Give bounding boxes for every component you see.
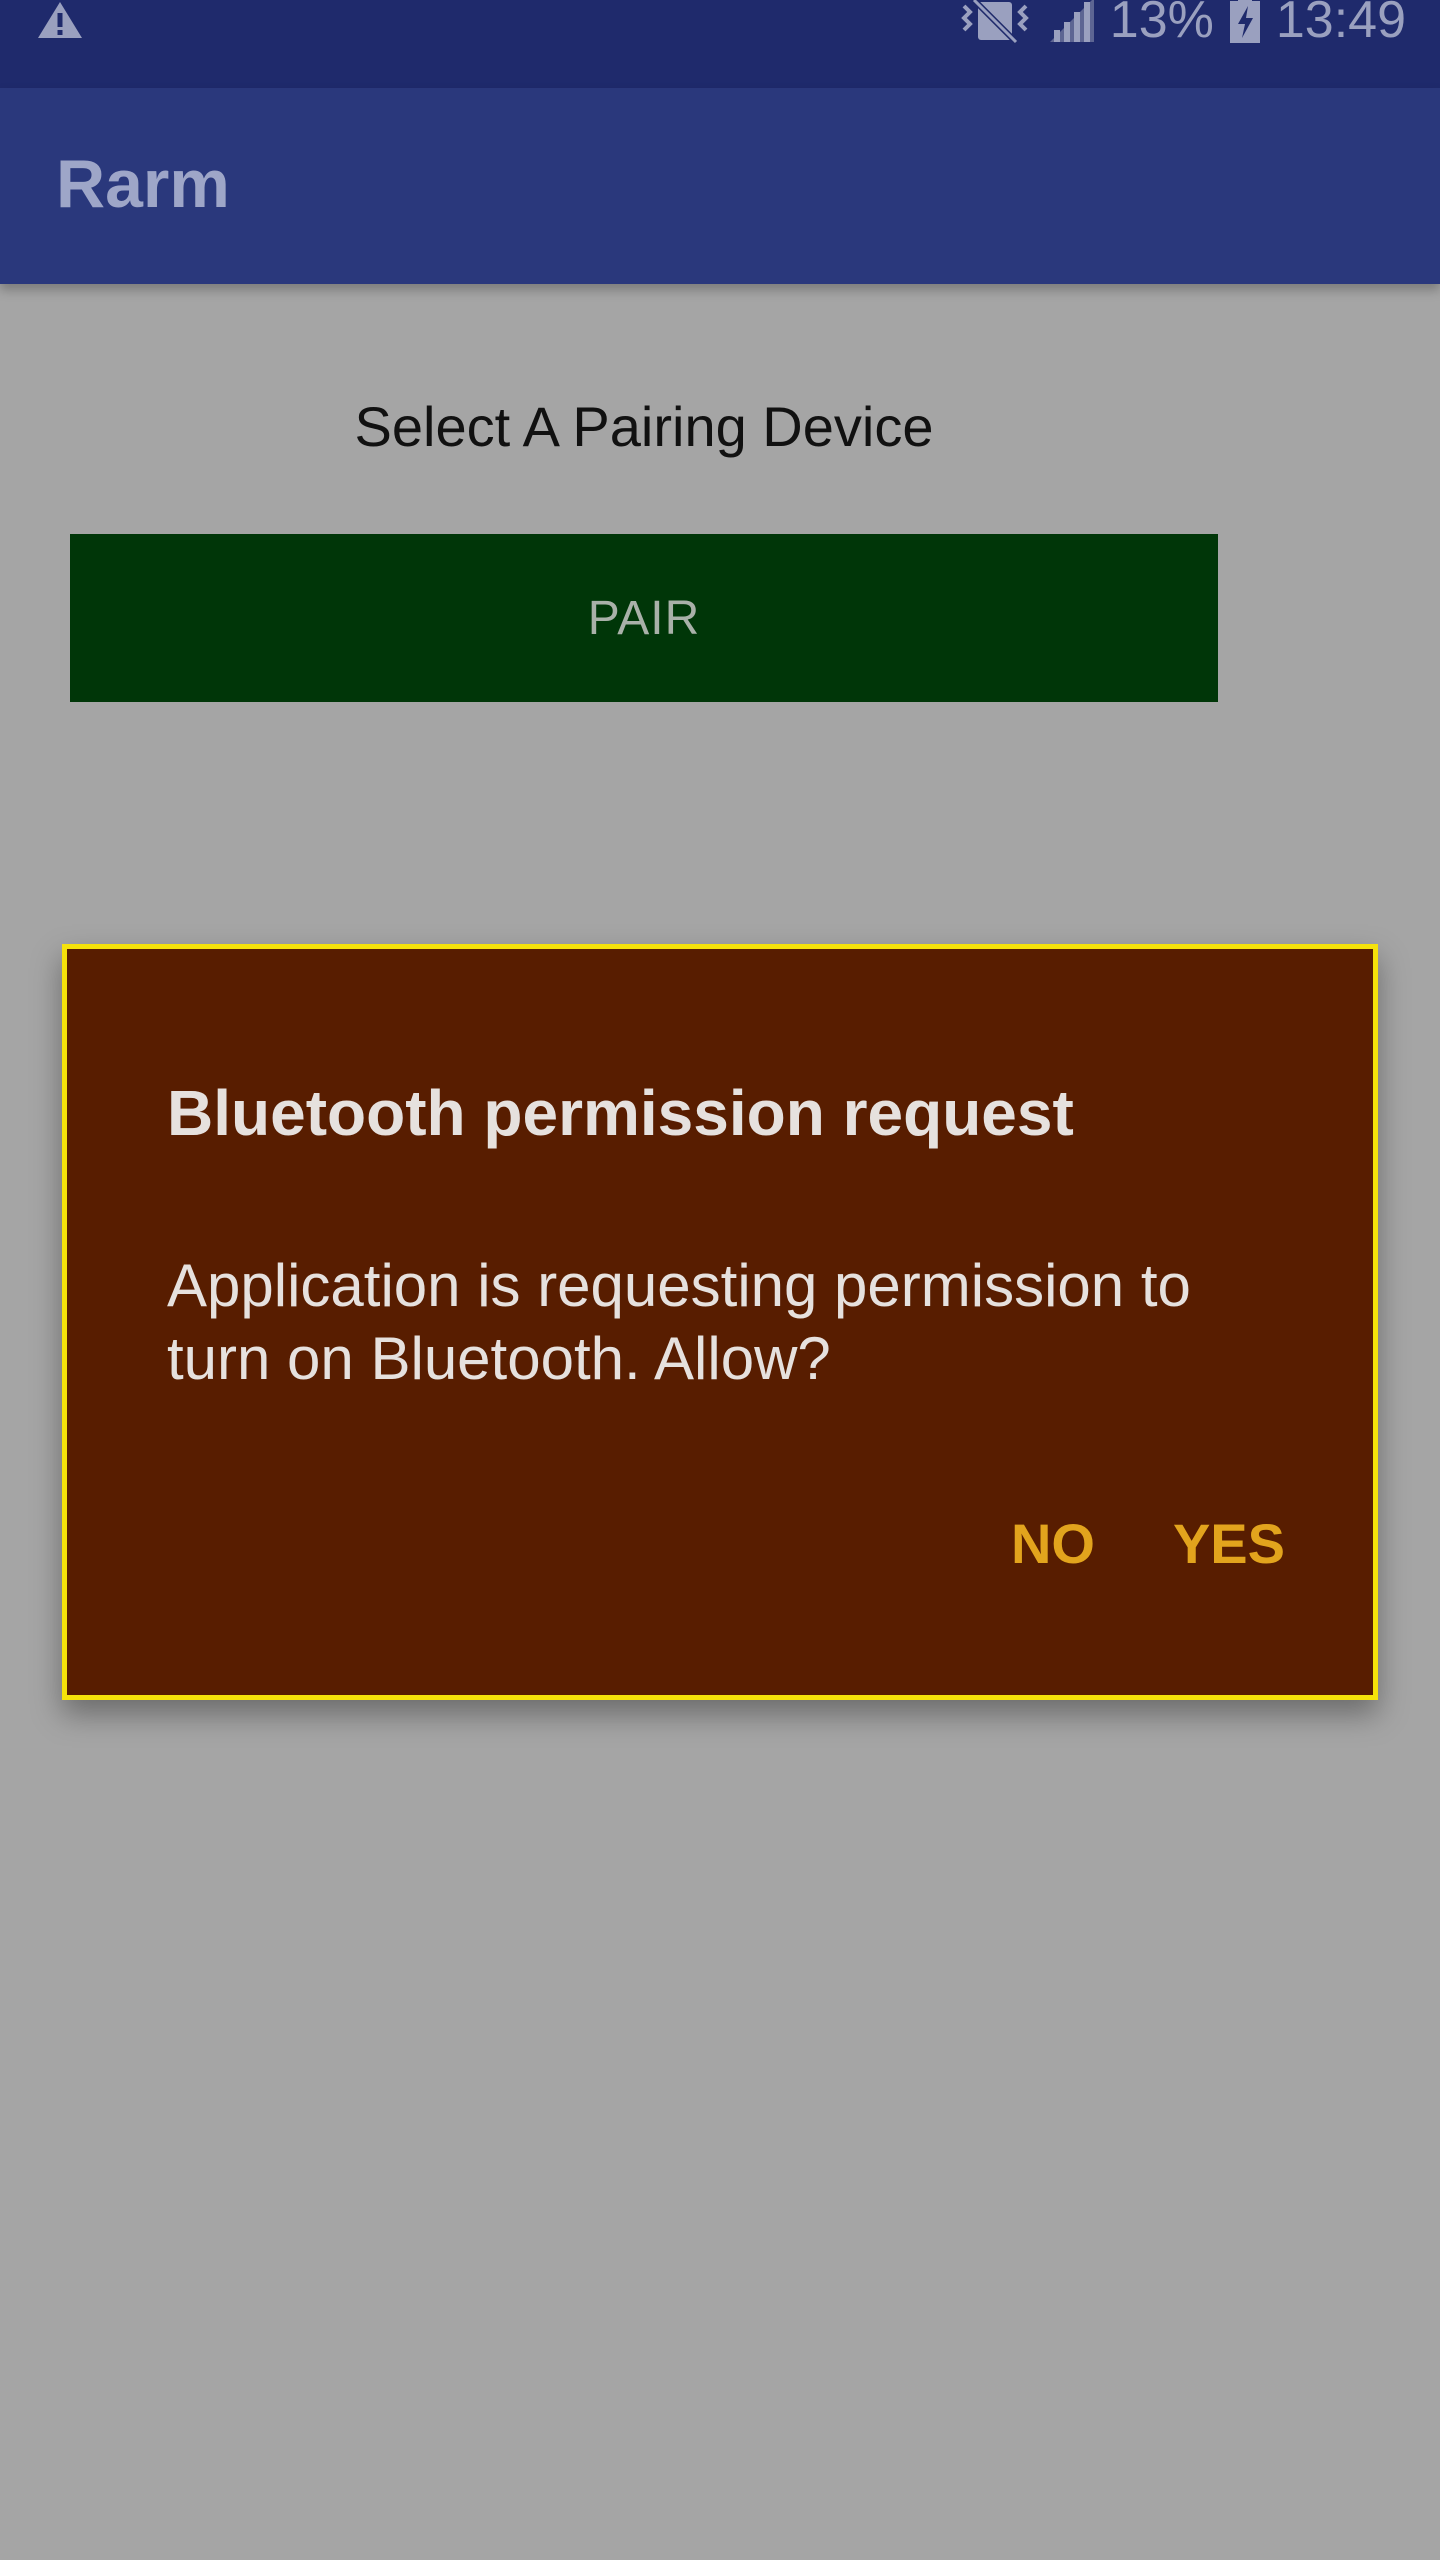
notification-ghost-text	[70, 66, 670, 88]
dialog-actions: NO YES	[1011, 1509, 1285, 1579]
battery-icon	[1229, 0, 1260, 43]
bluetooth-permission-dialog: Bluetooth permission request Application…	[62, 944, 1378, 1700]
warning-icon	[38, 2, 82, 38]
battery-percent: 13%	[1109, 0, 1214, 49]
pair-button[interactable]: PAIR	[70, 534, 1218, 702]
vibrate-icon	[960, 0, 1029, 44]
dialog-title: Bluetooth permission request	[167, 1077, 1074, 1149]
no-button[interactable]: NO	[1011, 1509, 1095, 1579]
screen: 13% 13:49 Rarm Select A Pairing Device P…	[0, 0, 1440, 2560]
select-device-label: Select A Pairing Device	[354, 395, 934, 458]
status-right-group: 13% 13:49	[960, 0, 1406, 50]
yes-button[interactable]: YES	[1173, 1509, 1285, 1579]
app-title: Rarm	[56, 146, 230, 222]
dialog-message: Application is requesting permission to …	[167, 1252, 1191, 1392]
clock: 13:49	[1275, 0, 1406, 49]
signal-icon	[1049, 0, 1094, 42]
status-bar: 13% 13:49	[0, 0, 1440, 88]
app-bar: Rarm	[0, 88, 1440, 284]
